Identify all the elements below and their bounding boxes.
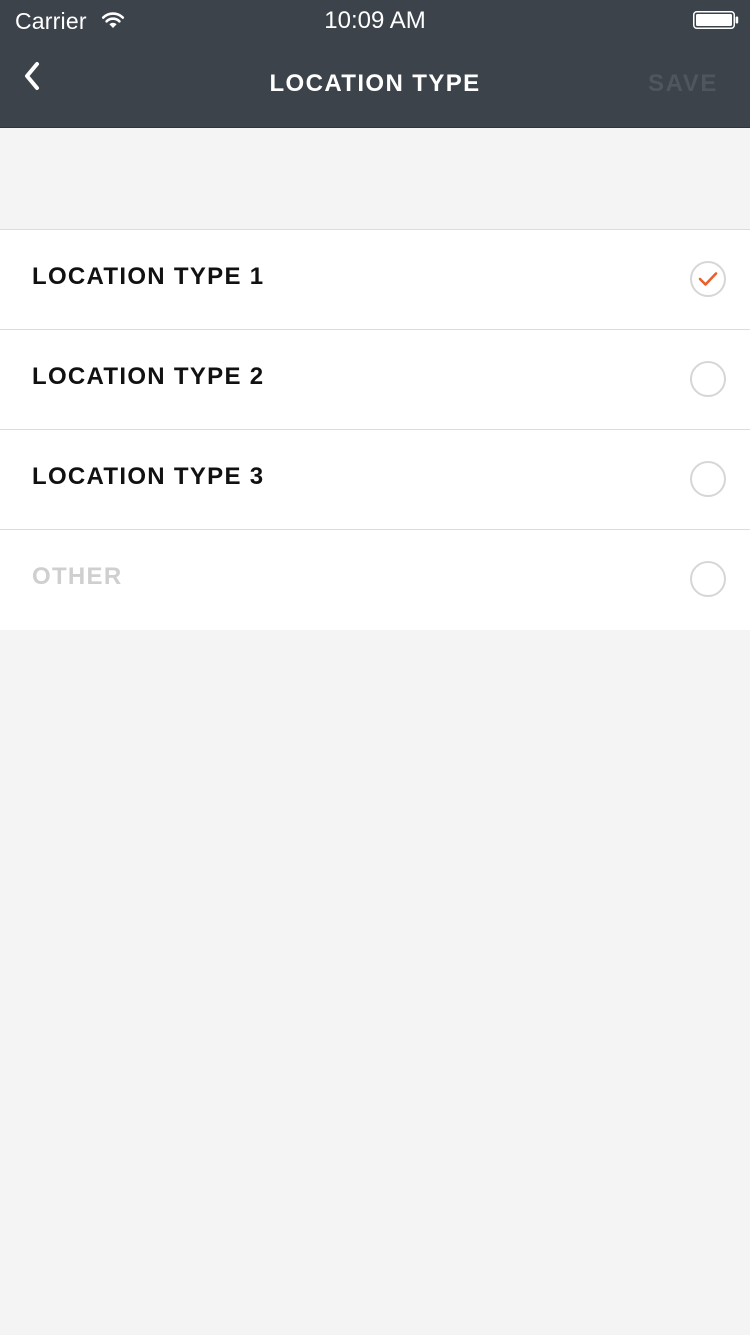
option-label: LOCATION TYPE 1	[32, 263, 265, 290]
radio-unchecked-icon[interactable]	[690, 561, 726, 597]
save-button[interactable]: SAVE	[648, 70, 718, 98]
radio-unchecked-icon[interactable]	[690, 461, 726, 497]
status-bar: Carrier 10:09 AM	[0, 0, 750, 40]
battery-icon	[693, 11, 739, 29]
top-bar: Carrier 10:09 AM LOCATION TYPE SAVE	[0, 0, 750, 128]
page-title: LOCATION TYPE	[269, 70, 481, 97]
option-label: OTHER	[32, 563, 123, 590]
other-option[interactable]: OTHER	[0, 530, 750, 630]
option-label: LOCATION TYPE 2	[32, 363, 265, 390]
location-type-3-option[interactable]: LOCATION TYPE 3	[0, 430, 750, 530]
location-type-list: LOCATION TYPE 1 LOCATION TYPE 2 LOCATION…	[0, 229, 750, 630]
navigation-bar: LOCATION TYPE SAVE	[0, 40, 750, 127]
option-label: LOCATION TYPE 3	[32, 463, 265, 490]
radio-unchecked-icon[interactable]	[690, 361, 726, 397]
radio-checked-icon[interactable]	[690, 261, 726, 297]
status-time: 10:09 AM	[324, 7, 426, 34]
location-type-1-option[interactable]: LOCATION TYPE 1	[0, 230, 750, 330]
location-type-2-option[interactable]: LOCATION TYPE 2	[0, 330, 750, 430]
